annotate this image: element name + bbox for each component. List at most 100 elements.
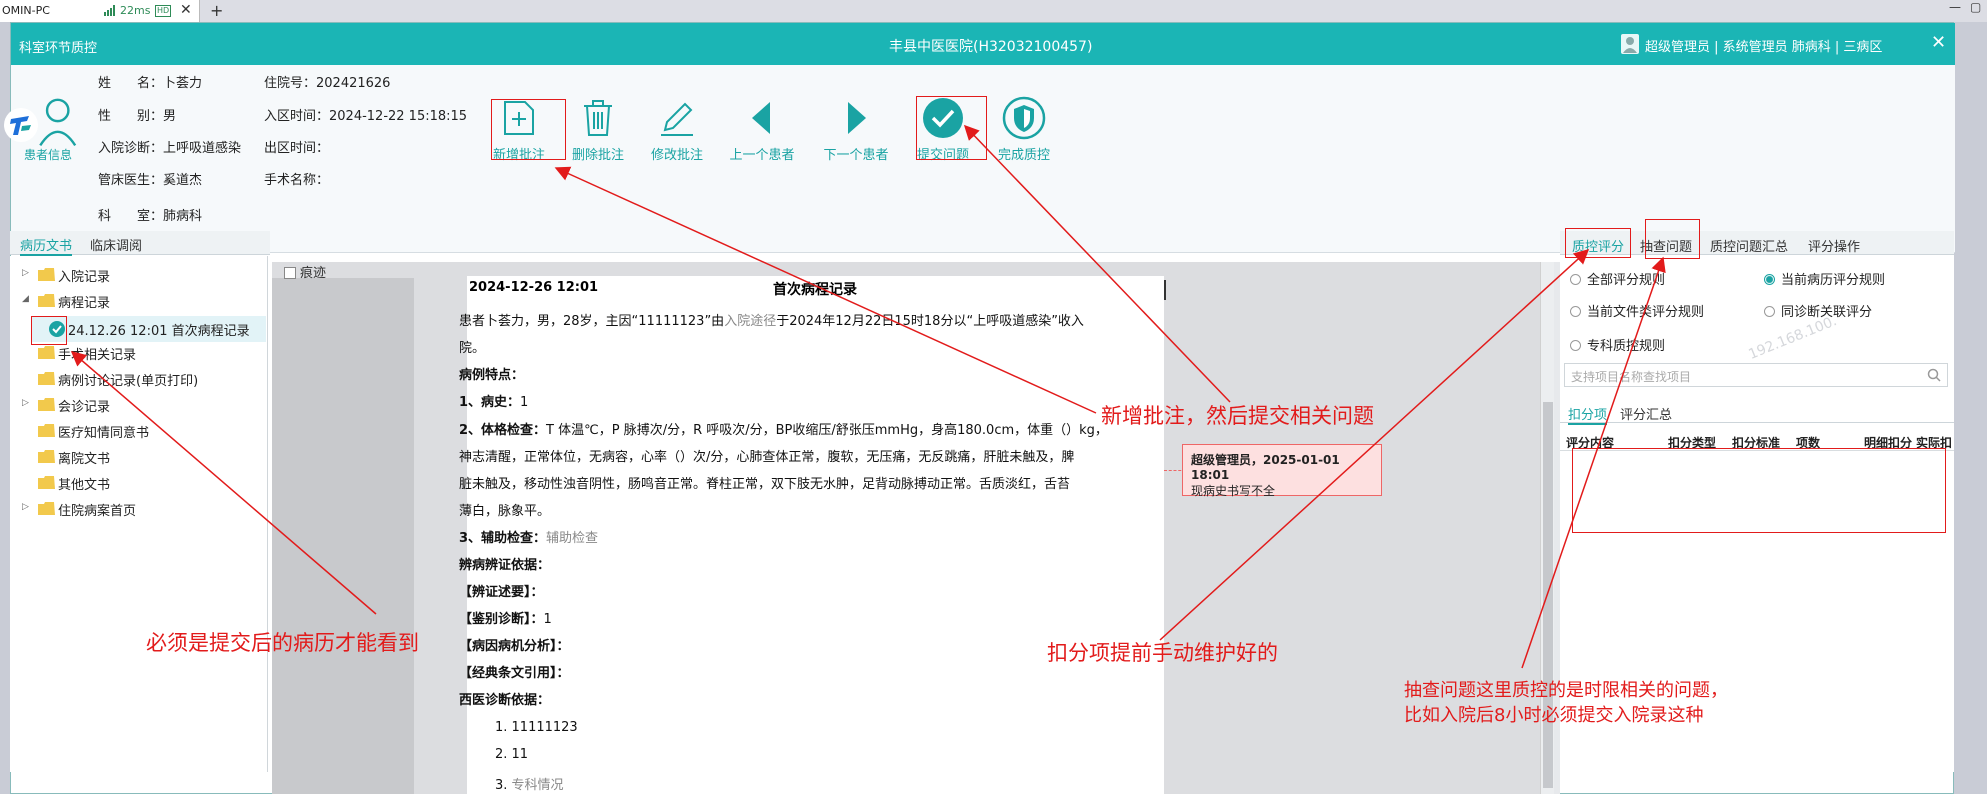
radio-sync-diagnosis[interactable]: 同诊断关联评分 <box>1764 301 1872 320</box>
highlight-new-annotation <box>491 99 566 160</box>
previous-patient-button[interactable]: 上一个患者 <box>724 96 800 163</box>
expand-arrow-icon[interactable]: ▷ <box>22 268 29 278</box>
callout-add-then-submit: 新增批注，然后提交相关问题 <box>1101 404 1374 428</box>
doc-line: 2. 11 <box>495 747 529 762</box>
new-tab-icon[interactable]: + <box>210 1 223 20</box>
record-title: 首次病程记录 <box>773 282 857 298</box>
tree-node-progress[interactable]: ◢ 病程记录 <box>22 290 262 312</box>
tab-score-operation[interactable]: 评分操作 <box>1808 236 1860 255</box>
radio-dot <box>1570 274 1581 285</box>
doc-line: 神志清醒，正常体位，无病容，心率（）次/分，心肺查体正常，腹软，无压痛，无反跳痛… <box>459 450 1075 465</box>
callout-spot-check-2: 比如入院后8小时必须提交入院录这种 <box>1404 705 1704 726</box>
folder-icon <box>38 424 55 437</box>
doc-line: 1、病史：1 <box>459 395 529 410</box>
doc-line: 3、辅助检查：辅助检查 <box>459 531 599 546</box>
tab-issue-summary[interactable]: 质控问题汇总 <box>1710 236 1788 255</box>
annotation-note[interactable]: 超级管理员，2025-01-01 18:01 现病史书写不全 <box>1182 444 1382 498</box>
trace-checkbox[interactable] <box>284 267 296 279</box>
tree-node-label: 病程记录 <box>58 296 111 311</box>
doc-line: 西医诊断依据： <box>459 693 551 708</box>
folder-icon <box>38 372 55 385</box>
surgery-name: 手术名称： <box>264 173 330 188</box>
folder-icon <box>38 398 55 411</box>
previous-patient-label: 上一个患者 <box>729 148 795 163</box>
tab-clinical-review[interactable]: 临床调阅 <box>90 235 142 254</box>
browser-tab[interactable]: OMIN-PC 22ms HD ✕ <box>0 0 200 22</box>
doc-line: 脏未触及，移动性浊音阴性，肠鸣音正常。脊柱正常，双下肢无水肿，足背动脉搏动正常。… <box>459 477 1071 492</box>
admit-diagnosis: 入院诊断：上呼吸道感染 <box>98 141 242 156</box>
callout-maintained: 扣分项提前手动维护好的 <box>1047 641 1278 665</box>
expand-arrow-icon[interactable]: ▷ <box>22 398 29 408</box>
delete-annotation-label: 删除批注 <box>571 148 624 163</box>
tree-node-label: 其他文书 <box>58 478 111 493</box>
triangle-right-icon <box>848 102 866 134</box>
record-date: 2024-12-26 12:01 <box>469 280 599 295</box>
doc-line: 2、体格检查：T 体温℃，P 脉搏次/分，R 呼吸次/分，BP收缩压/舒张压mm… <box>459 423 1108 438</box>
patient-gender: 性 别：男 <box>98 109 177 124</box>
expand-arrow-icon[interactable]: ▷ <box>22 502 29 512</box>
callout-spot-check-1: 抽查问题这里质控的是时限相关的问题， <box>1404 680 1728 701</box>
next-patient-label: 下一个患者 <box>823 148 889 163</box>
user-info[interactable]: 超级管理员 | 系统管理员 肺病科 | 三病区 <box>1645 36 1882 55</box>
folder-icon <box>38 346 55 359</box>
tree-node-surgery[interactable]: 手术相关记录 <box>22 342 262 364</box>
annotation-author: 超级管理员，2025-01-01 18:01 <box>1191 453 1340 482</box>
tree-node-other[interactable]: 其他文书 <box>22 472 262 494</box>
tree-node-case-discussion[interactable]: 病例讨论记录(单页打印) <box>22 368 262 390</box>
highlight-submit-issue <box>916 96 987 160</box>
signal-icon <box>104 5 115 16</box>
complete-qc-button[interactable]: 完成质控 <box>986 96 1062 163</box>
tree-node-label: 离院文书 <box>58 452 111 467</box>
doc-line: 辨病辨证依据： <box>459 558 551 573</box>
patient-info-label[interactable]: 患者信息 <box>24 146 72 163</box>
restore-icon[interactable]: ▢ <box>1970 0 1981 14</box>
browser-tabstrip: OMIN-PC 22ms HD ✕ + — ▢ <box>0 0 1987 22</box>
tree-node-label: 手术相关记录 <box>58 348 137 363</box>
trace-toggle[interactable]: 痕迹 <box>284 262 326 281</box>
scrollbar-thumb[interactable] <box>1543 402 1553 788</box>
tree-node-discharge[interactable]: 离院文书 <box>22 446 262 468</box>
radio-dot <box>1570 306 1581 317</box>
radio-specialty-rules[interactable]: 专科质控规则 <box>1570 335 1665 354</box>
doc-line: 薄白，脉象平。 <box>459 504 551 519</box>
triangle-left-icon <box>752 102 770 134</box>
search-placeholder: 支持项目名称查找项目 <box>1571 370 1692 384</box>
edit-annotation-button[interactable]: 修改批注 <box>639 96 715 163</box>
shield-icon <box>1002 96 1046 140</box>
radio-all-rules[interactable]: 全部评分规则 <box>1570 269 1665 288</box>
tab-close-icon[interactable]: ✕ <box>180 2 192 18</box>
tree-node-consent[interactable]: 医疗知情同意书 <box>22 420 262 442</box>
collapse-arrow-icon[interactable]: ◢ <box>22 294 29 304</box>
highlight-qc-score-tab <box>1565 228 1631 258</box>
tab-score-summary[interactable]: 评分汇总 <box>1620 404 1672 423</box>
delete-annotation-button[interactable]: 删除批注 <box>560 96 636 163</box>
tree-node-admission[interactable]: ▷ 入院记录 <box>22 264 262 286</box>
tab-medical-records[interactable]: 病历文书 <box>20 235 73 256</box>
search-icon[interactable] <box>1927 368 1941 382</box>
tree-node-label: 住院病案首页 <box>58 504 137 519</box>
rule-search-input[interactable]: 支持项目名称查找项目 <box>1564 363 1948 387</box>
tab-deduction-items[interactable]: 扣分项 <box>1568 404 1608 425</box>
tree-node-label: 24.12.26 12:01 首次病程记录 <box>68 324 250 339</box>
admit-time: 入区时间：2024-12-22 15:18:15 <box>264 109 468 124</box>
tree-node-first-progress-record[interactable]: 24.12.26 12:01 首次病程记录 <box>32 316 266 342</box>
minimize-icon[interactable]: — <box>1949 0 1961 14</box>
doc-line: 院。 <box>459 341 486 356</box>
tree-node-front-page[interactable]: ▷ 住院病案首页 <box>22 498 262 520</box>
left-panel-tabs: 病历文书 临床调阅 <box>10 231 270 256</box>
edit-annotation-label: 修改批注 <box>650 148 703 163</box>
radio-current-record-rules[interactable]: 当前病历评分规则 <box>1764 269 1885 288</box>
doc-line: 【经典条文引用】： <box>459 666 570 681</box>
complete-qc-label: 完成质控 <box>997 148 1050 163</box>
doc-line: 【辨证述要】： <box>459 585 544 600</box>
discharge-time: 出区时间： <box>264 141 330 156</box>
highlight-deduction-list <box>1572 448 1946 533</box>
annotation-text: 现病史书写不全 <box>1191 484 1276 498</box>
doc-line: 患者卜荟力，男，28岁，主因“11111123”由入院途径于2024年12月22… <box>459 314 1084 329</box>
next-patient-button[interactable]: 下一个患者 <box>818 96 894 163</box>
doc-line: 【鉴别诊断】：1 <box>459 612 552 627</box>
tree-node-consultation[interactable]: ▷ 会诊记录 <box>22 394 262 416</box>
tree-node-label: 会诊记录 <box>58 400 111 415</box>
radio-current-file-type[interactable]: 当前文件类评分规则 <box>1570 301 1704 320</box>
close-icon[interactable]: ✕ <box>1931 32 1946 53</box>
